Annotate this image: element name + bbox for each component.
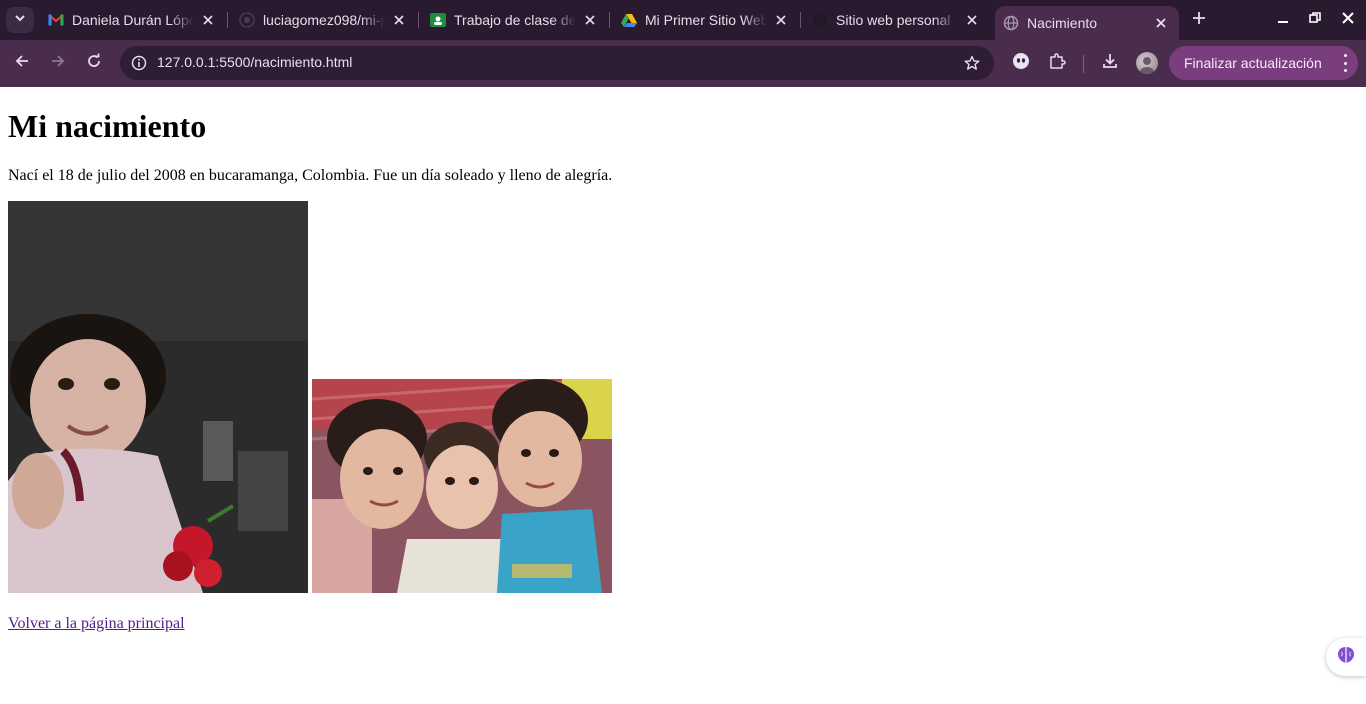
tab-separator [609,12,610,28]
browser-toolbar: 127.0.0.1:5500/nacimiento.html Finalizar… [0,40,1366,87]
new-tab-button[interactable] [1188,9,1210,31]
close-icon [1342,11,1354,29]
reload-icon [86,53,102,74]
reload-button[interactable] [80,49,108,77]
tab-title: Daniela Durán López [72,12,194,28]
tab-strip: Daniela Durán López luciagomez098/mi-pri… [0,0,1366,40]
tab-title: Trabajo de clase de tecnología [454,12,576,28]
openai-icon [812,12,828,28]
close-icon[interactable] [198,10,218,30]
puzzle-icon [1048,52,1066,75]
tab-search-button[interactable] [6,7,34,33]
close-icon[interactable] [1151,13,1171,33]
page-content: Mi nacimiento Nací el 18 de julio del 20… [0,87,1366,704]
profile-avatar[interactable] [1136,52,1158,74]
tab-classroom[interactable]: Trabajo de clase de tecnología [422,0,608,40]
tab-title: luciagomez098/mi-primer-sitio [263,12,385,28]
toolbar-separator [1083,55,1084,73]
arrow-left-icon [14,53,30,74]
arrow-right-icon [50,53,66,74]
tab-separator [418,12,419,28]
back-button[interactable] [8,49,36,77]
forward-button[interactable] [44,49,72,77]
floating-extension-button[interactable] [1326,638,1366,676]
more-vert-icon[interactable] [1342,54,1348,72]
baby-photo [8,201,308,593]
extensions-button[interactable] [1043,49,1071,77]
chevron-down-icon [14,11,26,29]
brain-icon [1335,644,1357,671]
address-bar[interactable]: 127.0.0.1:5500/nacimiento.html [120,46,994,80]
globe-icon [1003,15,1019,31]
classroom-icon [430,12,446,28]
back-to-home-link[interactable]: Volver a la página principal [8,615,185,633]
tab-title: Sitio web personal [836,12,951,28]
extension-ghost-button[interactable] [1007,49,1035,77]
close-icon[interactable] [771,10,791,30]
update-button[interactable]: Finalizar actualización [1169,46,1358,80]
tab-drive[interactable]: Mi Primer Sitio Web [613,0,799,40]
downloads-button[interactable] [1096,49,1124,77]
bookmark-star-icon[interactable] [962,53,982,73]
close-icon[interactable] [962,10,982,30]
update-button-label: Finalizar actualización [1184,55,1322,71]
tab-chatgpt[interactable]: Sitio web personal [804,0,990,40]
close-window-button[interactable] [1336,8,1360,32]
minimize-button[interactable] [1271,8,1295,32]
plus-icon [1192,11,1206,30]
children-photo [312,379,612,593]
restore-icon [1309,11,1321,29]
site-info-icon[interactable] [126,50,152,76]
minimize-icon [1277,11,1289,29]
tab-separator [800,12,801,28]
tab-title: Mi Primer Sitio Web [645,12,767,28]
tab-separator [227,12,228,28]
restore-button[interactable] [1303,8,1327,32]
tab-nacimiento[interactable]: Nacimiento [995,6,1179,40]
github-icon [239,12,255,28]
ghost-extension-icon [1012,52,1030,75]
tab-title: Nacimiento [1027,15,1098,31]
close-icon[interactable] [580,10,600,30]
page-title: Mi nacimiento [8,108,207,144]
url-text[interactable]: 127.0.0.1:5500/nacimiento.html [157,54,352,70]
download-icon [1101,52,1119,75]
tab-gmail[interactable]: Daniela Durán López [40,0,226,40]
drive-icon [621,12,637,28]
gmail-icon [48,12,64,28]
tab-github[interactable]: luciagomez098/mi-primer-sitio [231,0,417,40]
intro-paragraph: Nací el 18 de julio del 2008 en bucarama… [8,167,613,184]
close-icon[interactable] [389,10,409,30]
